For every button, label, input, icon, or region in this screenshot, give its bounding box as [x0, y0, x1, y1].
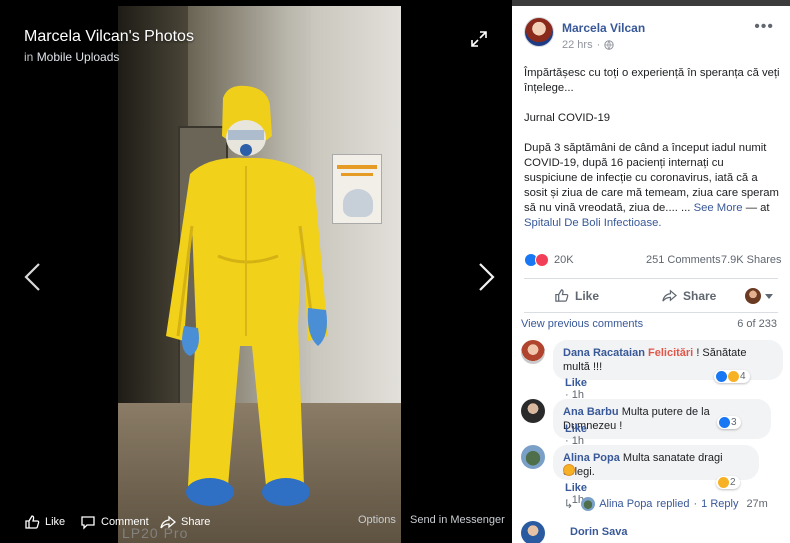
- comment-highlight-text: Felicitări: [648, 347, 694, 359]
- post-panel: Marcela Vilcan 22 hrs · ••• Împărtășesc …: [512, 6, 790, 543]
- more-options-icon[interactable]: •••: [754, 18, 774, 36]
- photo[interactable]: LP20 Pro: [118, 6, 401, 543]
- reactions-count[interactable]: 20K: [554, 254, 574, 266]
- comment-reactions[interactable]: 2: [716, 476, 740, 489]
- comments-count[interactable]: 251 Comments: [646, 254, 721, 266]
- post-share-label: Share: [683, 288, 717, 303]
- options-button[interactable]: Options: [358, 514, 396, 526]
- viewer-like-label: Like: [45, 516, 66, 528]
- view-previous-comments-link[interactable]: View previous comments: [521, 318, 643, 330]
- see-more-link[interactable]: See More: [694, 202, 743, 214]
- commenter-avatar[interactable]: [521, 445, 545, 469]
- replied-text: replied: [656, 498, 690, 510]
- post-like-button[interactable]: Like: [554, 288, 599, 303]
- haha-reaction-icon: [718, 477, 729, 488]
- person-in-ppe-illustration: [166, 85, 328, 506]
- post-paragraph-intro: Împărtășesc cu toți o experiență în sper…: [524, 67, 780, 94]
- commenter-avatar[interactable]: [521, 521, 545, 543]
- post-paragraph-heading: Jurnal COVID-19: [524, 112, 611, 124]
- reply-count: 1 Reply: [701, 498, 739, 510]
- comment-page-indicator: 6 of 233: [737, 318, 777, 330]
- comment-meta: Like · 1h: [565, 423, 588, 447]
- reply-time: 27m: [746, 498, 768, 510]
- reply-summary-link[interactable]: ↳ Alina Popa replied · 1 Reply 27m: [564, 497, 768, 511]
- globe-icon: [604, 40, 614, 50]
- love-reaction-icon: [535, 253, 549, 267]
- commenter-name[interactable]: Dorin Sava: [570, 526, 627, 538]
- viewer-title: Marcela Vilcan's Photos: [24, 28, 194, 45]
- comment-meta: Like · 1h: [565, 377, 588, 401]
- reply-separator: ·: [693, 498, 698, 510]
- reply-arrow-icon: ↳: [564, 498, 574, 511]
- like-reaction-icon: [716, 371, 727, 382]
- viewer-action-bar: Like Comment Share Options Send in Messe…: [0, 497, 512, 543]
- reactions-summary: 20K 251 Comments 7.9K Shares: [512, 251, 790, 273]
- photo-viewer: LP20 Pro Marcela Vilcan's Photos in Mobi…: [0, 0, 512, 543]
- expand-icon[interactable]: [470, 30, 488, 48]
- like-reaction-icon: [719, 417, 730, 428]
- viewer-share-button[interactable]: Share: [160, 514, 210, 530]
- post-time-text: 22 hrs: [562, 39, 593, 51]
- commenter-name[interactable]: Dana Racataian: [563, 347, 645, 359]
- post-paragraph-main: După 3 săptămâni de când a început iadul…: [524, 141, 780, 231]
- user-avatar: [745, 288, 761, 304]
- viewer-like-button[interactable]: Like: [24, 514, 65, 530]
- album-link[interactable]: Mobile Uploads: [37, 50, 120, 64]
- separator-dot: ·: [596, 39, 601, 51]
- post-text: Împărtășesc cu toți o experiență în sper…: [524, 66, 780, 246]
- comment-like-link[interactable]: Like: [565, 482, 587, 494]
- chevron-left-icon[interactable]: [22, 262, 44, 292]
- comment-reactions[interactable]: 3: [717, 416, 741, 429]
- divider: [524, 278, 778, 279]
- comment-reactions[interactable]: 4: [714, 370, 750, 383]
- viewer-share-label: Share: [181, 516, 211, 528]
- chevron-right-icon[interactable]: [475, 262, 497, 292]
- share-icon: [160, 515, 176, 529]
- viewer-comment-button[interactable]: Comment: [80, 514, 149, 530]
- reaction-icons[interactable]: [524, 253, 549, 267]
- comment-reaction-count: 2: [730, 477, 736, 488]
- caret-down-icon: [765, 293, 773, 299]
- post-like-label: Like: [575, 288, 600, 303]
- comment-reaction-count: 3: [731, 417, 737, 428]
- viewer-subtitle: in Mobile Uploads: [24, 50, 119, 64]
- thumbs-up-icon: [555, 289, 569, 302]
- replier-avatar: [581, 497, 596, 511]
- comment-bubble: Alina Popa Multa sanatate dragi colegi.: [553, 445, 759, 480]
- author-avatar[interactable]: [524, 17, 554, 47]
- wow-reaction-icon: [728, 371, 739, 382]
- commenter-name[interactable]: Alina Popa: [563, 452, 620, 464]
- viewer-comment-label: Comment: [101, 516, 149, 528]
- emoji-icon: [563, 464, 575, 476]
- author-name[interactable]: Marcela Vilcan: [562, 21, 645, 35]
- share-icon: [662, 289, 677, 302]
- replier-name: Alina Popa: [599, 498, 653, 510]
- location-link[interactable]: Spitalul De Boli Infectioase.: [524, 217, 662, 229]
- post-timestamp[interactable]: 22 hrs ·: [562, 39, 614, 51]
- divider: [524, 312, 778, 313]
- post-actions: Like Share: [512, 282, 790, 312]
- comment-reaction-count: 4: [740, 371, 746, 382]
- subtitle-prefix: in: [24, 50, 34, 64]
- send-in-messenger-button[interactable]: Send in Messenger: [410, 514, 505, 526]
- commenter-name[interactable]: Ana Barbu: [563, 406, 619, 418]
- react-as-selector[interactable]: [745, 288, 773, 304]
- commenter-avatar[interactable]: [521, 399, 545, 423]
- thumbs-up-icon: [25, 515, 40, 529]
- post-share-button[interactable]: Share: [662, 288, 716, 303]
- commenter-avatar[interactable]: [521, 340, 545, 364]
- comment-icon: [81, 516, 95, 530]
- shares-count[interactable]: 7.9K Shares: [721, 254, 782, 266]
- comment-like-link[interactable]: Like: [565, 423, 587, 435]
- at-text: — at: [745, 202, 770, 214]
- comment-like-link[interactable]: Like: [565, 377, 587, 389]
